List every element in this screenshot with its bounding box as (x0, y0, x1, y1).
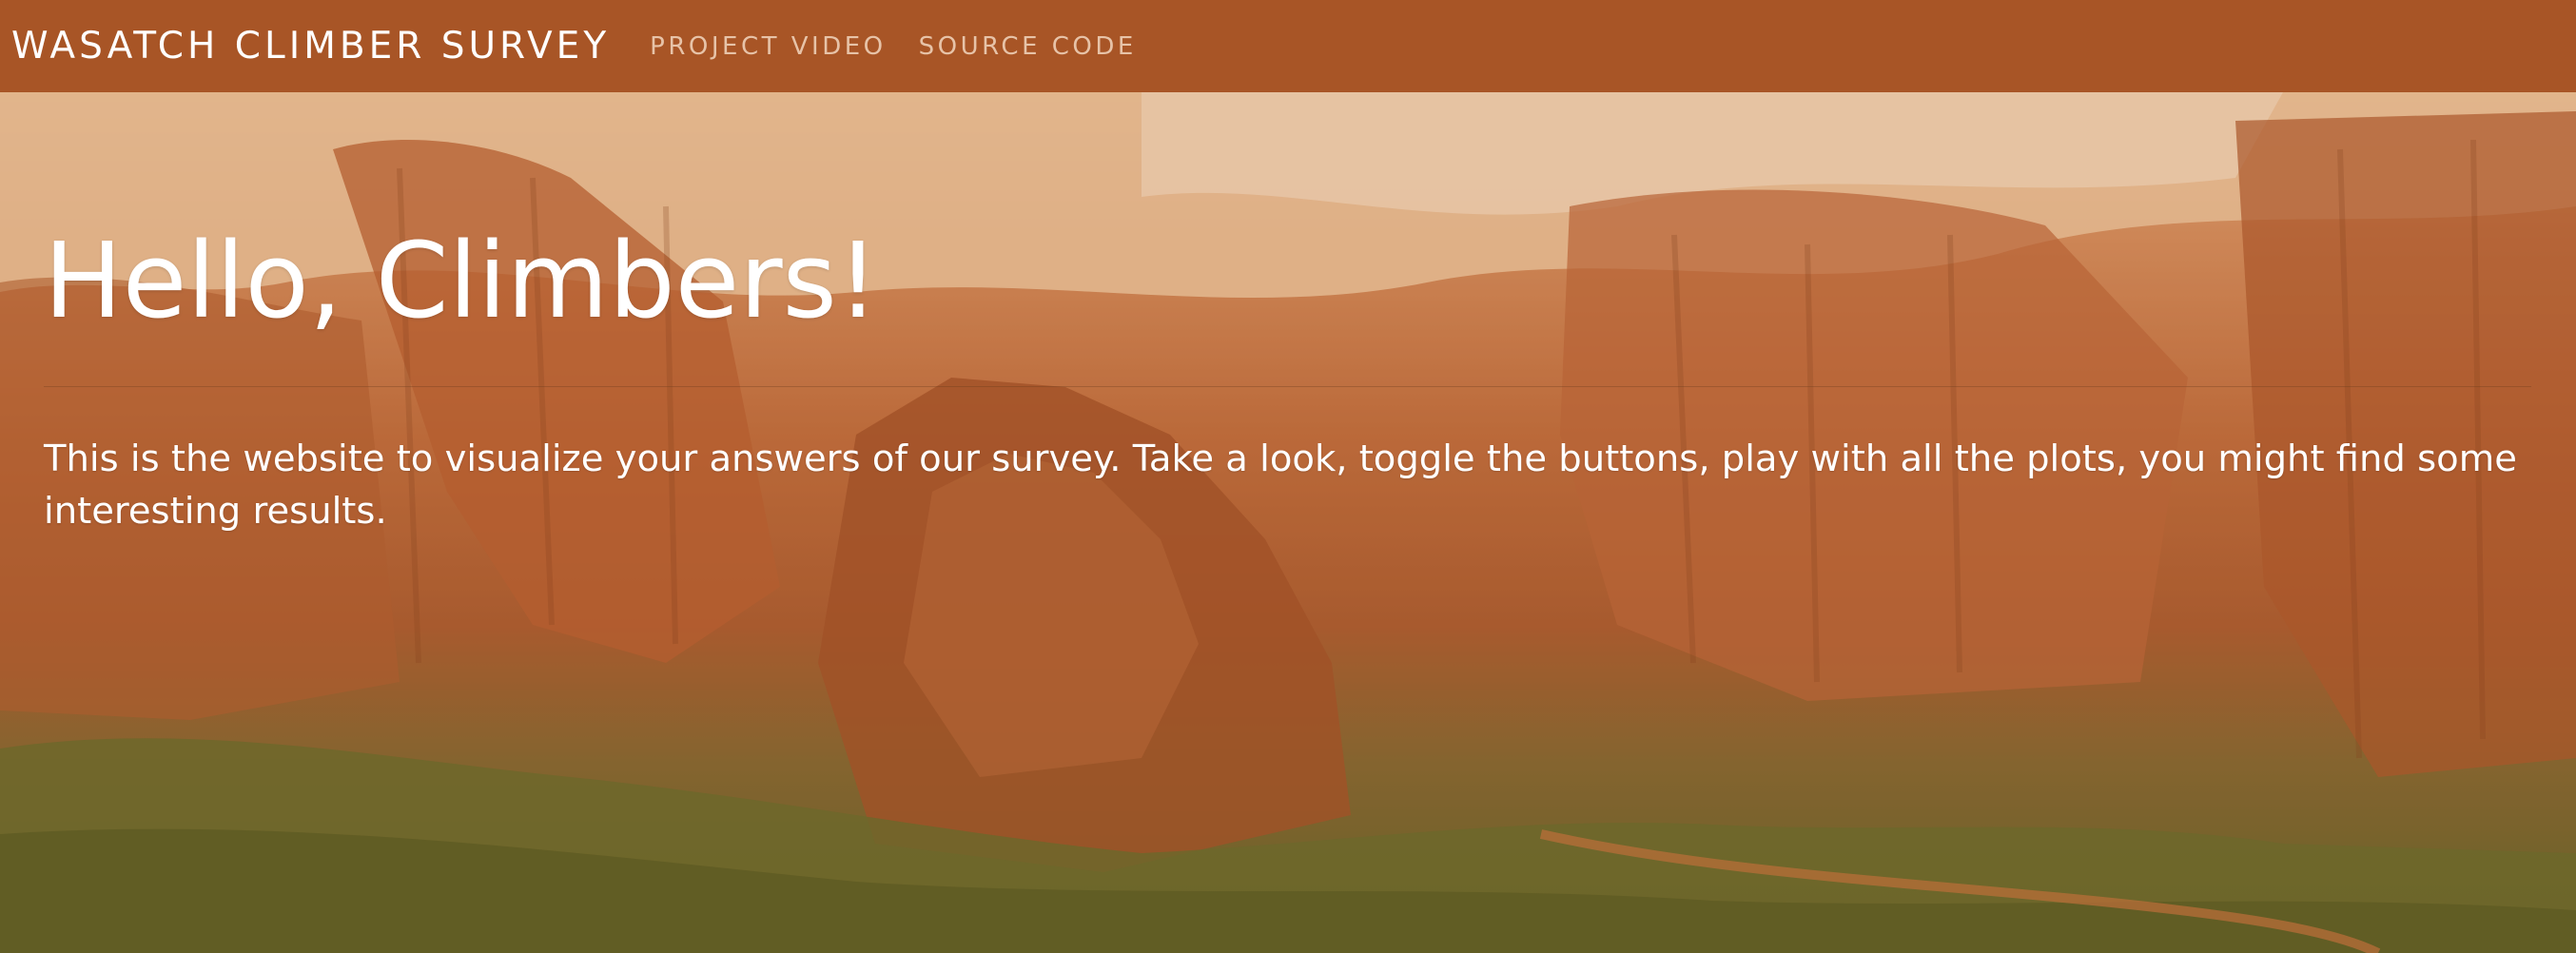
brand-link[interactable]: WASATCH CLIMBER SURVEY (11, 25, 610, 68)
nav-link-project-video[interactable]: PROJECT VIDEO (650, 32, 886, 61)
hero-divider (44, 386, 2531, 387)
nav-link-source-code[interactable]: SOURCE CODE (919, 32, 1137, 61)
nav-links: PROJECT VIDEO SOURCE CODE (650, 32, 1169, 61)
page-title: Hello, Climbers! (44, 220, 879, 341)
top-navbar: WASATCH CLIMBER SURVEY PROJECT VIDEO SOU… (0, 0, 2576, 92)
hero-description: This is the website to visualize your an… (44, 438, 2517, 533)
